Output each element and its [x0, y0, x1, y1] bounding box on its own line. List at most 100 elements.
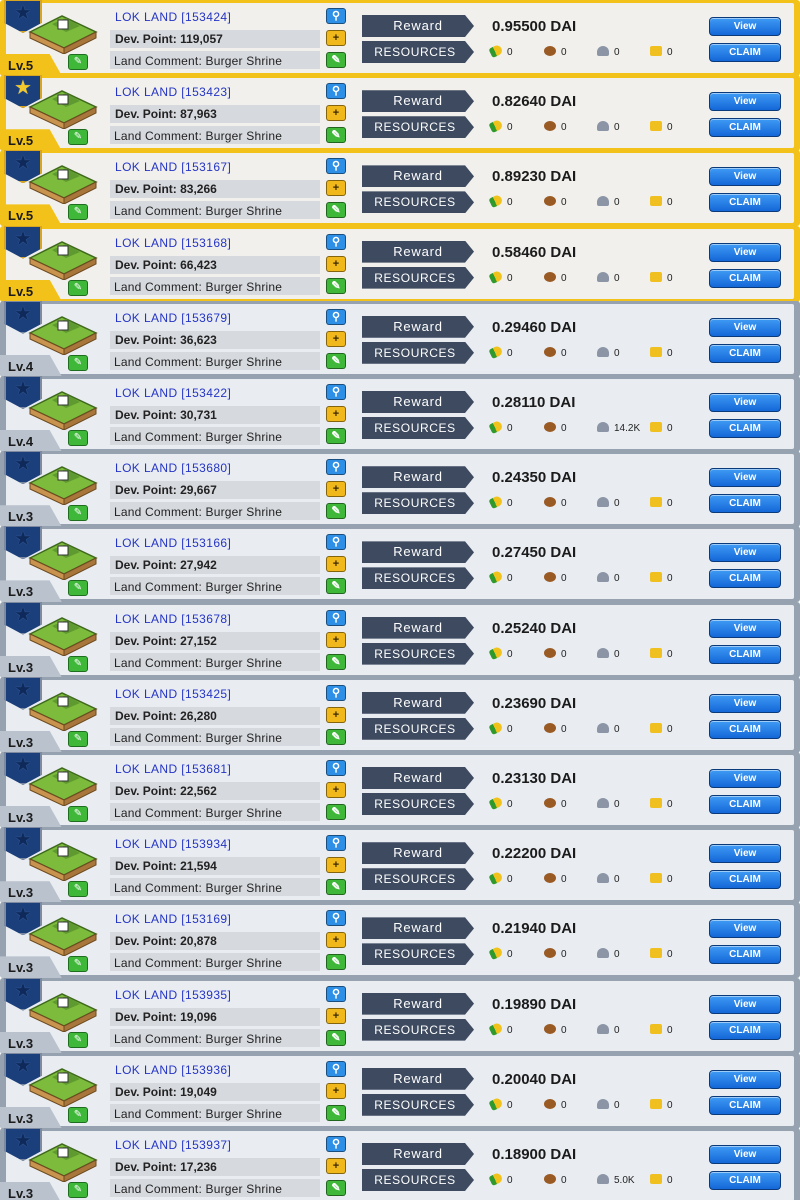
pencil-icon[interactable]: ✎ — [68, 881, 88, 898]
land-name[interactable]: LOK LAND [153679] — [115, 311, 231, 325]
claim-button[interactable]: CLAIM — [709, 795, 781, 814]
view-button[interactable]: View — [709, 1145, 781, 1164]
pencil-icon[interactable]: ✎ — [68, 129, 88, 146]
magnifier-icon[interactable]: ⚲ — [326, 233, 346, 250]
magnifier-icon[interactable]: ⚲ — [326, 684, 346, 701]
magnifier-icon[interactable]: ⚲ — [326, 534, 346, 551]
view-button[interactable]: View — [709, 1069, 781, 1089]
magnifier-icon[interactable]: ⚲ — [326, 835, 346, 852]
view-button[interactable]: View — [709, 844, 781, 864]
claim-button[interactable]: CLAIM — [709, 719, 781, 739]
land-name[interactable]: LOK LAND [153936] — [115, 1063, 231, 1077]
land-name[interactable]: LOK LAND [153935] — [115, 988, 231, 1002]
pencil-icon[interactable]: ✎ — [68, 430, 88, 446]
claim-button[interactable]: CLAIM — [709, 268, 781, 288]
pencil-icon[interactable]: ✎ — [326, 954, 346, 971]
plus-icon[interactable]: + — [326, 105, 346, 122]
magnifier-icon[interactable]: ⚲ — [326, 910, 346, 927]
land-name[interactable]: LOK LAND [153423] — [115, 85, 231, 99]
magnifier-icon[interactable]: ⚲ — [326, 459, 346, 476]
claim-button[interactable]: CLAIM — [709, 870, 781, 890]
view-button[interactable]: View — [709, 17, 781, 36]
land-name[interactable]: LOK LAND [153166] — [115, 536, 231, 550]
land-name[interactable]: LOK LAND [153680] — [115, 461, 231, 475]
magnifier-icon[interactable]: ⚲ — [326, 384, 346, 400]
view-button[interactable]: View — [709, 919, 781, 939]
claim-button[interactable]: CLAIM — [709, 1171, 781, 1190]
pencil-icon[interactable]: ✎ — [68, 806, 88, 822]
pencil-icon[interactable]: ✎ — [68, 279, 88, 296]
pencil-icon[interactable]: ✎ — [326, 428, 346, 444]
magnifier-icon[interactable]: ⚲ — [326, 8, 346, 24]
claim-button[interactable]: CLAIM — [709, 43, 781, 62]
view-button[interactable]: View — [709, 994, 781, 1014]
land-name[interactable]: LOK LAND [153425] — [115, 687, 231, 701]
pencil-icon[interactable]: ✎ — [68, 54, 88, 70]
pencil-icon[interactable]: ✎ — [326, 804, 346, 820]
plus-icon[interactable]: + — [326, 406, 346, 422]
pencil-icon[interactable]: ✎ — [68, 655, 88, 672]
pencil-icon[interactable]: ✎ — [326, 127, 346, 144]
plus-icon[interactable]: + — [326, 782, 346, 798]
pencil-icon[interactable]: ✎ — [68, 1031, 88, 1048]
plus-icon[interactable]: + — [326, 706, 346, 723]
view-button[interactable]: View — [709, 468, 781, 488]
pencil-icon[interactable]: ✎ — [326, 653, 346, 670]
pencil-icon[interactable]: ✎ — [68, 505, 88, 522]
view-button[interactable]: View — [709, 92, 781, 112]
plus-icon[interactable]: + — [326, 330, 346, 347]
claim-button[interactable]: CLAIM — [709, 1020, 781, 1040]
pencil-icon[interactable]: ✎ — [68, 1106, 88, 1123]
view-button[interactable]: View — [709, 393, 781, 412]
land-name[interactable]: LOK LAND [153424] — [115, 10, 231, 24]
magnifier-icon[interactable]: ⚲ — [326, 1136, 346, 1152]
plus-icon[interactable]: + — [326, 481, 346, 498]
land-name[interactable]: LOK LAND [153167] — [115, 160, 231, 174]
pencil-icon[interactable]: ✎ — [326, 202, 346, 219]
pencil-icon[interactable]: ✎ — [326, 1104, 346, 1121]
view-button[interactable]: View — [709, 543, 781, 563]
pencil-icon[interactable]: ✎ — [326, 503, 346, 520]
plus-icon[interactable]: + — [326, 30, 346, 46]
view-button[interactable]: View — [709, 167, 781, 187]
claim-button[interactable]: CLAIM — [709, 118, 781, 138]
pencil-icon[interactable]: ✎ — [326, 578, 346, 595]
land-name[interactable]: LOK LAND [153168] — [115, 236, 231, 250]
claim-button[interactable]: CLAIM — [709, 1095, 781, 1115]
view-button[interactable]: View — [709, 769, 781, 788]
pencil-icon[interactable]: ✎ — [68, 1182, 88, 1198]
claim-button[interactable]: CLAIM — [709, 419, 781, 438]
land-name[interactable]: LOK LAND [153678] — [115, 612, 231, 626]
plus-icon[interactable]: + — [326, 857, 346, 874]
pencil-icon[interactable]: ✎ — [326, 879, 346, 896]
plus-icon[interactable]: + — [326, 180, 346, 197]
pencil-icon[interactable]: ✎ — [326, 1180, 346, 1196]
claim-button[interactable]: CLAIM — [709, 494, 781, 514]
plus-icon[interactable]: + — [326, 631, 346, 648]
pencil-icon[interactable]: ✎ — [68, 204, 88, 221]
pencil-icon[interactable]: ✎ — [326, 52, 346, 68]
view-button[interactable]: View — [709, 317, 781, 337]
plus-icon[interactable]: + — [326, 1007, 346, 1024]
pencil-icon[interactable]: ✎ — [68, 956, 88, 973]
magnifier-icon[interactable]: ⚲ — [326, 308, 346, 325]
view-button[interactable]: View — [709, 242, 781, 262]
pencil-icon[interactable]: ✎ — [326, 1029, 346, 1046]
pencil-icon[interactable]: ✎ — [326, 277, 346, 294]
claim-button[interactable]: CLAIM — [709, 945, 781, 965]
plus-icon[interactable]: + — [326, 1082, 346, 1099]
plus-icon[interactable]: + — [326, 556, 346, 573]
claim-button[interactable]: CLAIM — [709, 193, 781, 213]
pencil-icon[interactable]: ✎ — [68, 580, 88, 597]
magnifier-icon[interactable]: ⚲ — [326, 985, 346, 1002]
view-button[interactable]: View — [709, 618, 781, 638]
claim-button[interactable]: CLAIM — [709, 644, 781, 664]
pencil-icon[interactable]: ✎ — [326, 352, 346, 369]
plus-icon[interactable]: + — [326, 255, 346, 272]
magnifier-icon[interactable]: ⚲ — [326, 760, 346, 776]
magnifier-icon[interactable]: ⚲ — [326, 1060, 346, 1077]
magnifier-icon[interactable]: ⚲ — [326, 609, 346, 626]
magnifier-icon[interactable]: ⚲ — [326, 83, 346, 100]
view-button[interactable]: View — [709, 693, 781, 713]
claim-button[interactable]: CLAIM — [709, 569, 781, 589]
